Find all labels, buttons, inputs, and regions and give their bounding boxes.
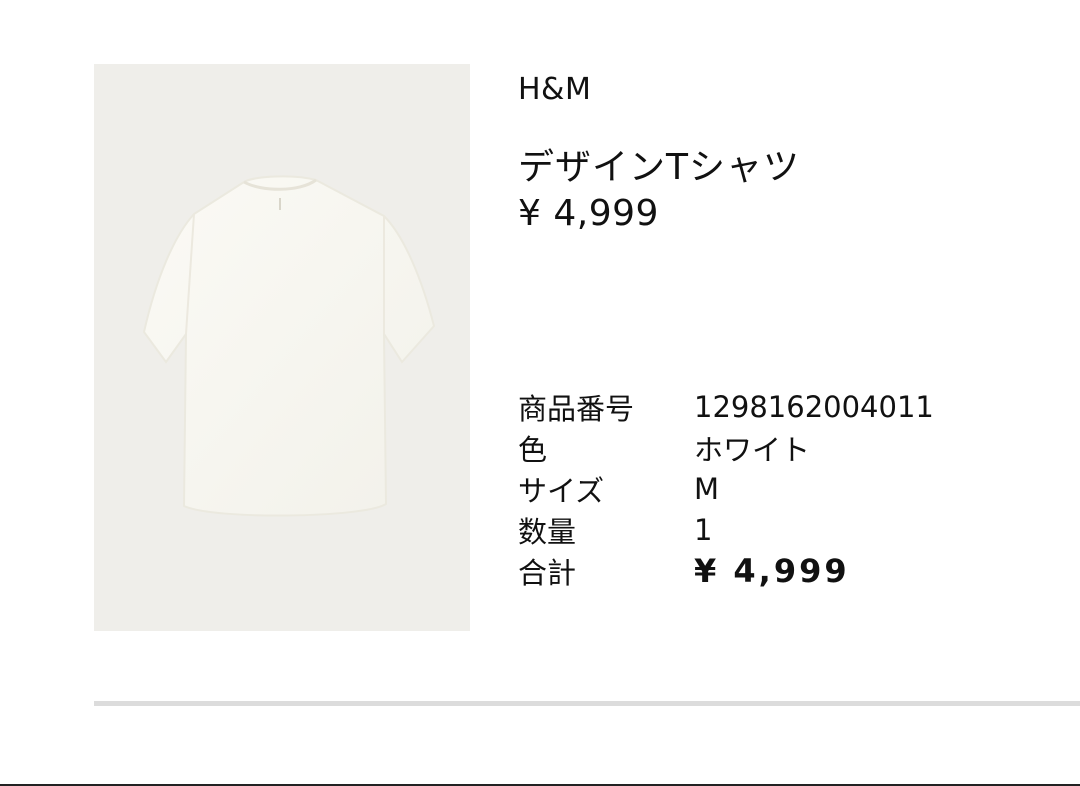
detail-row-size: サイズ M bbox=[518, 468, 934, 509]
detail-label: 色 bbox=[518, 432, 548, 467]
product-image[interactable] bbox=[94, 64, 470, 631]
tshirt-icon bbox=[142, 175, 436, 517]
product-name[interactable]: デザインTシャツ bbox=[518, 138, 800, 190]
detail-row-color: 色 ホワイト bbox=[518, 427, 934, 468]
detail-label: サイズ bbox=[518, 473, 605, 508]
detail-value: 1298162004011 bbox=[694, 389, 934, 424]
detail-label: 数量 bbox=[518, 514, 577, 549]
detail-value: ホワイト bbox=[694, 432, 811, 467]
detail-label: 商品番号 bbox=[518, 391, 635, 426]
detail-label: 合計 bbox=[518, 555, 577, 590]
brand-name: H&M bbox=[518, 72, 592, 107]
detail-row-item-number: 商品番号 1298162004011 bbox=[518, 386, 934, 427]
total-price: ¥ 4,999 bbox=[694, 551, 850, 590]
order-item-page: H&M デザインTシャツ ¥ 4,999 商品番号 1298162004011 … bbox=[0, 0, 1080, 786]
product-price: ¥ 4,999 bbox=[518, 193, 659, 234]
detail-value: M bbox=[694, 471, 720, 506]
section-divider bbox=[94, 701, 1080, 706]
detail-row-total: 合計 ¥ 4,999 bbox=[518, 550, 934, 591]
detail-value: 1 bbox=[694, 512, 713, 547]
detail-row-quantity: 数量 1 bbox=[518, 509, 934, 550]
order-details: 商品番号 1298162004011 色 ホワイト サイズ M 数量 1 合計 … bbox=[518, 386, 934, 591]
